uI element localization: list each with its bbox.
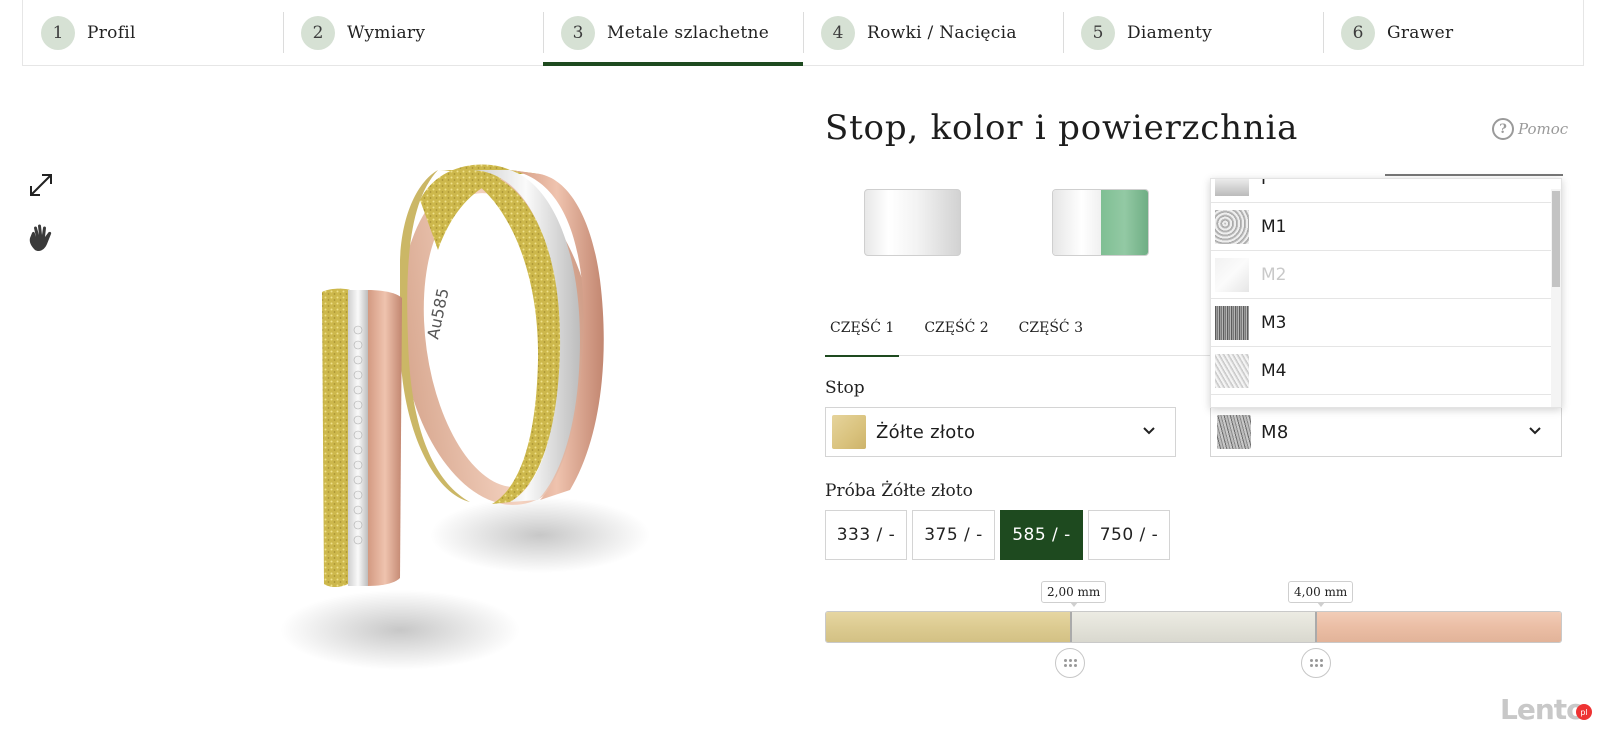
step-diamenty[interactable]: 5 Diamenty: [1063, 0, 1323, 65]
surface-option-p[interactable]: P: [1211, 178, 1551, 203]
slider-handle-1[interactable]: [1055, 648, 1085, 678]
dropdown-scroll-thumb[interactable]: [1552, 191, 1560, 287]
tab-part-2[interactable]: CZĘŚĆ 2: [919, 314, 993, 356]
tab-part-1[interactable]: CZĘŚĆ 1: [825, 314, 900, 357]
slider-segment-rose: [1315, 612, 1561, 642]
surface-option-m3[interactable]: M3: [1211, 299, 1551, 347]
proba-option-585[interactable]: 585 / -: [1000, 510, 1083, 560]
slider-segment-yellow: [826, 612, 1070, 642]
hand-icon[interactable]: [26, 222, 58, 254]
proba-option-750[interactable]: 750 / -: [1088, 510, 1170, 560]
slider-marker-2: 4,00 mm: [1288, 581, 1354, 607]
alloy-select[interactable]: Żółte złoto: [825, 407, 1176, 457]
step-navigation: 1 Profil 2 Wymiary 3 Metale szlachetne 4…: [22, 0, 1584, 66]
step-grawer[interactable]: 6 Grawer: [1323, 0, 1583, 65]
option-label: P: [1261, 178, 1272, 189]
slider-segment-white: [1070, 612, 1315, 642]
help-label: Pomoc: [1518, 120, 1569, 138]
step-label: Rowki / Nacięcia: [867, 22, 1017, 43]
step-number: 3: [561, 15, 595, 50]
watermark-badge: pl: [1576, 704, 1592, 720]
small-ring-graphic: [322, 288, 402, 587]
surface-option-m4[interactable]: M4: [1211, 347, 1551, 395]
chevron-down-icon: [1529, 427, 1541, 435]
alloy-value: Żółte złoto: [876, 421, 976, 443]
tab-part-3[interactable]: CZĘŚĆ 3: [1014, 314, 1088, 356]
step-label: Wymiary: [347, 22, 426, 43]
surface-dropdown-list[interactable]: P M1 M2 M3 M4: [1210, 178, 1562, 408]
slider-handle-2[interactable]: [1301, 648, 1331, 678]
chevron-down-icon: [1143, 427, 1155, 435]
surface-option-m1[interactable]: M1: [1211, 203, 1551, 251]
alloy-color-chip: [832, 415, 866, 449]
grip-icon: [1063, 659, 1077, 667]
proba-option-333[interactable]: 333 / -: [825, 510, 907, 560]
slider-marker-1: 2,00 mm: [1041, 581, 1107, 607]
part-width-slider[interactable]: [825, 611, 1562, 643]
surface-value: M8: [1261, 421, 1289, 443]
texture-thumb: [1215, 353, 1249, 388]
alloy-label: Stop: [825, 378, 865, 398]
step-number: 6: [1341, 15, 1375, 50]
watermark-logo: Lento: [1500, 693, 1585, 726]
large-ring-graphic: Au585: [400, 164, 604, 505]
surface-option-m2: M2: [1211, 251, 1551, 299]
step-rowki[interactable]: 4 Rowki / Nacięcia: [803, 0, 1063, 65]
step-label: Grawer: [1387, 22, 1454, 43]
texture-thumb: [1215, 257, 1249, 292]
step-profil[interactable]: 1 Profil: [23, 0, 283, 65]
grip-icon: [1309, 659, 1323, 667]
option-label: M1: [1261, 216, 1287, 237]
color-swatch-white[interactable]: [864, 189, 961, 256]
color-swatch-white-green[interactable]: [1052, 189, 1149, 256]
texture-thumb: [1215, 179, 1249, 196]
step-number: 1: [41, 15, 75, 50]
option-label: M2: [1261, 264, 1287, 285]
step-metale-szlachetne[interactable]: 3 Metale szlachetne: [543, 0, 803, 66]
step-number: 5: [1081, 15, 1115, 50]
surface-texture-chip: [1217, 415, 1251, 449]
step-number: 2: [301, 15, 335, 50]
step-label: Diamenty: [1127, 22, 1213, 43]
proba-label: Próba Żółte złoto: [825, 481, 973, 501]
help-link[interactable]: ? Pomoc: [1492, 118, 1568, 140]
step-number: 4: [821, 15, 855, 50]
proba-option-375[interactable]: 375 / -: [912, 510, 995, 560]
step-label: Profil: [87, 22, 136, 43]
question-icon: ?: [1492, 118, 1514, 140]
expand-icon[interactable]: [26, 170, 58, 202]
option-label: M4: [1261, 360, 1287, 381]
part-tabs: CZĘŚĆ 1 CZĘŚĆ 2 CZĘŚĆ 3: [825, 314, 1215, 357]
texture-thumb: [1215, 305, 1249, 340]
ring-preview[interactable]: Au585: [240, 140, 680, 700]
page-title: Stop, kolor i powierzchnia: [825, 108, 1299, 148]
step-label: Metale szlachetne: [607, 22, 770, 43]
step-wymiary[interactable]: 2 Wymiary: [283, 0, 543, 65]
option-label: M3: [1261, 312, 1287, 333]
surface-select[interactable]: M8: [1210, 407, 1562, 457]
dropdown-anchor-border: [1385, 174, 1563, 176]
texture-thumb: [1215, 209, 1249, 244]
